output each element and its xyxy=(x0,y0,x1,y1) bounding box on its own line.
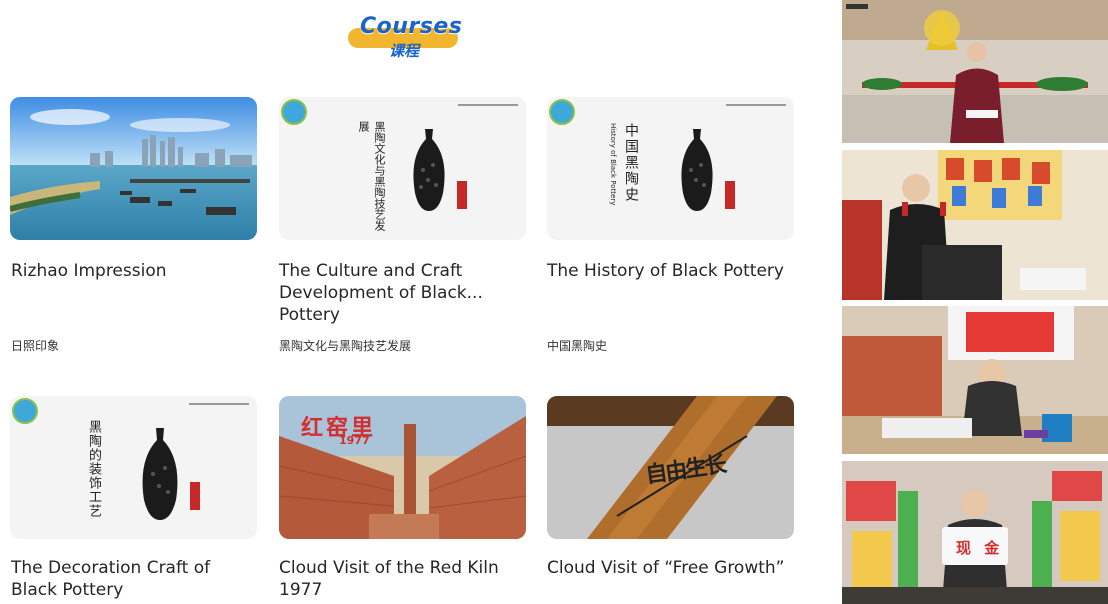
courses-brand-logo: Courses 课程 xyxy=(348,14,463,62)
course-subtitle: 中国黑陶史 xyxy=(547,339,608,353)
brand-title-en: Courses xyxy=(360,14,463,39)
course-thumbnail-history[interactable]: 中国黑陶史 History of Black Pottery xyxy=(547,97,794,240)
course-subtitle: 黑陶文化与黑陶技艺发展 xyxy=(279,339,412,353)
course-subtitle: 日照印象 xyxy=(11,339,60,353)
red-kiln-overlay-year: 1977 xyxy=(339,434,370,447)
course-title[interactable]: The Culture and Craft Development of Bla… xyxy=(279,260,529,326)
thumb-vertical-subtitle: History of Black Pottery xyxy=(609,123,617,206)
course-title[interactable]: The History of Black Pottery xyxy=(547,260,797,282)
course-title[interactable]: The Decoration Craft of Black Pottery xyxy=(11,557,261,601)
black-pottery-vase-icon xyxy=(681,129,713,211)
video-feed-crafts xyxy=(842,306,1108,454)
red-seal-stamp xyxy=(457,181,467,209)
course-thumbnail-free-growth[interactable]: 自由生长 xyxy=(547,396,794,539)
video-feed-supermarket: 现 金 xyxy=(842,461,1108,604)
sign-text: 现 金 xyxy=(956,539,1004,557)
video-feed-lobby xyxy=(842,0,1108,143)
course-thumbnail-culture-craft[interactable]: 黑陶文化与黑陶技艺发展 xyxy=(279,97,526,240)
red-seal-stamp xyxy=(190,482,200,510)
video-feed-classroom xyxy=(842,150,1108,300)
thumb-vertical-title: 中国黑陶史 xyxy=(623,123,639,203)
black-pottery-vase-icon xyxy=(142,428,178,520)
red-seal-stamp xyxy=(725,181,735,209)
course-title[interactable]: Cloud Visit of the Red Kiln 1977 xyxy=(279,557,529,601)
institution-logo-icon xyxy=(458,101,518,109)
video-collage: 现 金 xyxy=(842,0,1108,604)
brand-title-cn: 课程 xyxy=(388,42,419,60)
institution-logo-icon xyxy=(726,101,786,109)
school-badge-icon xyxy=(12,398,38,424)
course-title[interactable]: Cloud Visit of “Free Growth” xyxy=(547,557,797,579)
school-badge-icon xyxy=(549,99,575,125)
institution-logo-icon xyxy=(189,400,249,408)
course-thumbnail-rizhao[interactable] xyxy=(10,97,257,240)
course-title[interactable]: Rizhao Impression xyxy=(11,260,261,282)
course-thumbnail-red-kiln[interactable]: 红窑里 1977 xyxy=(279,396,526,539)
black-pottery-vase-icon xyxy=(413,129,445,211)
thumb-vertical-title: 黑陶的装饰工艺 xyxy=(86,420,101,518)
thumb-vertical-title: 黑陶文化与黑陶技艺发展 xyxy=(357,121,386,231)
course-thumbnail-decoration[interactable]: 黑陶的装饰工艺 xyxy=(10,396,257,539)
school-badge-icon xyxy=(281,99,307,125)
